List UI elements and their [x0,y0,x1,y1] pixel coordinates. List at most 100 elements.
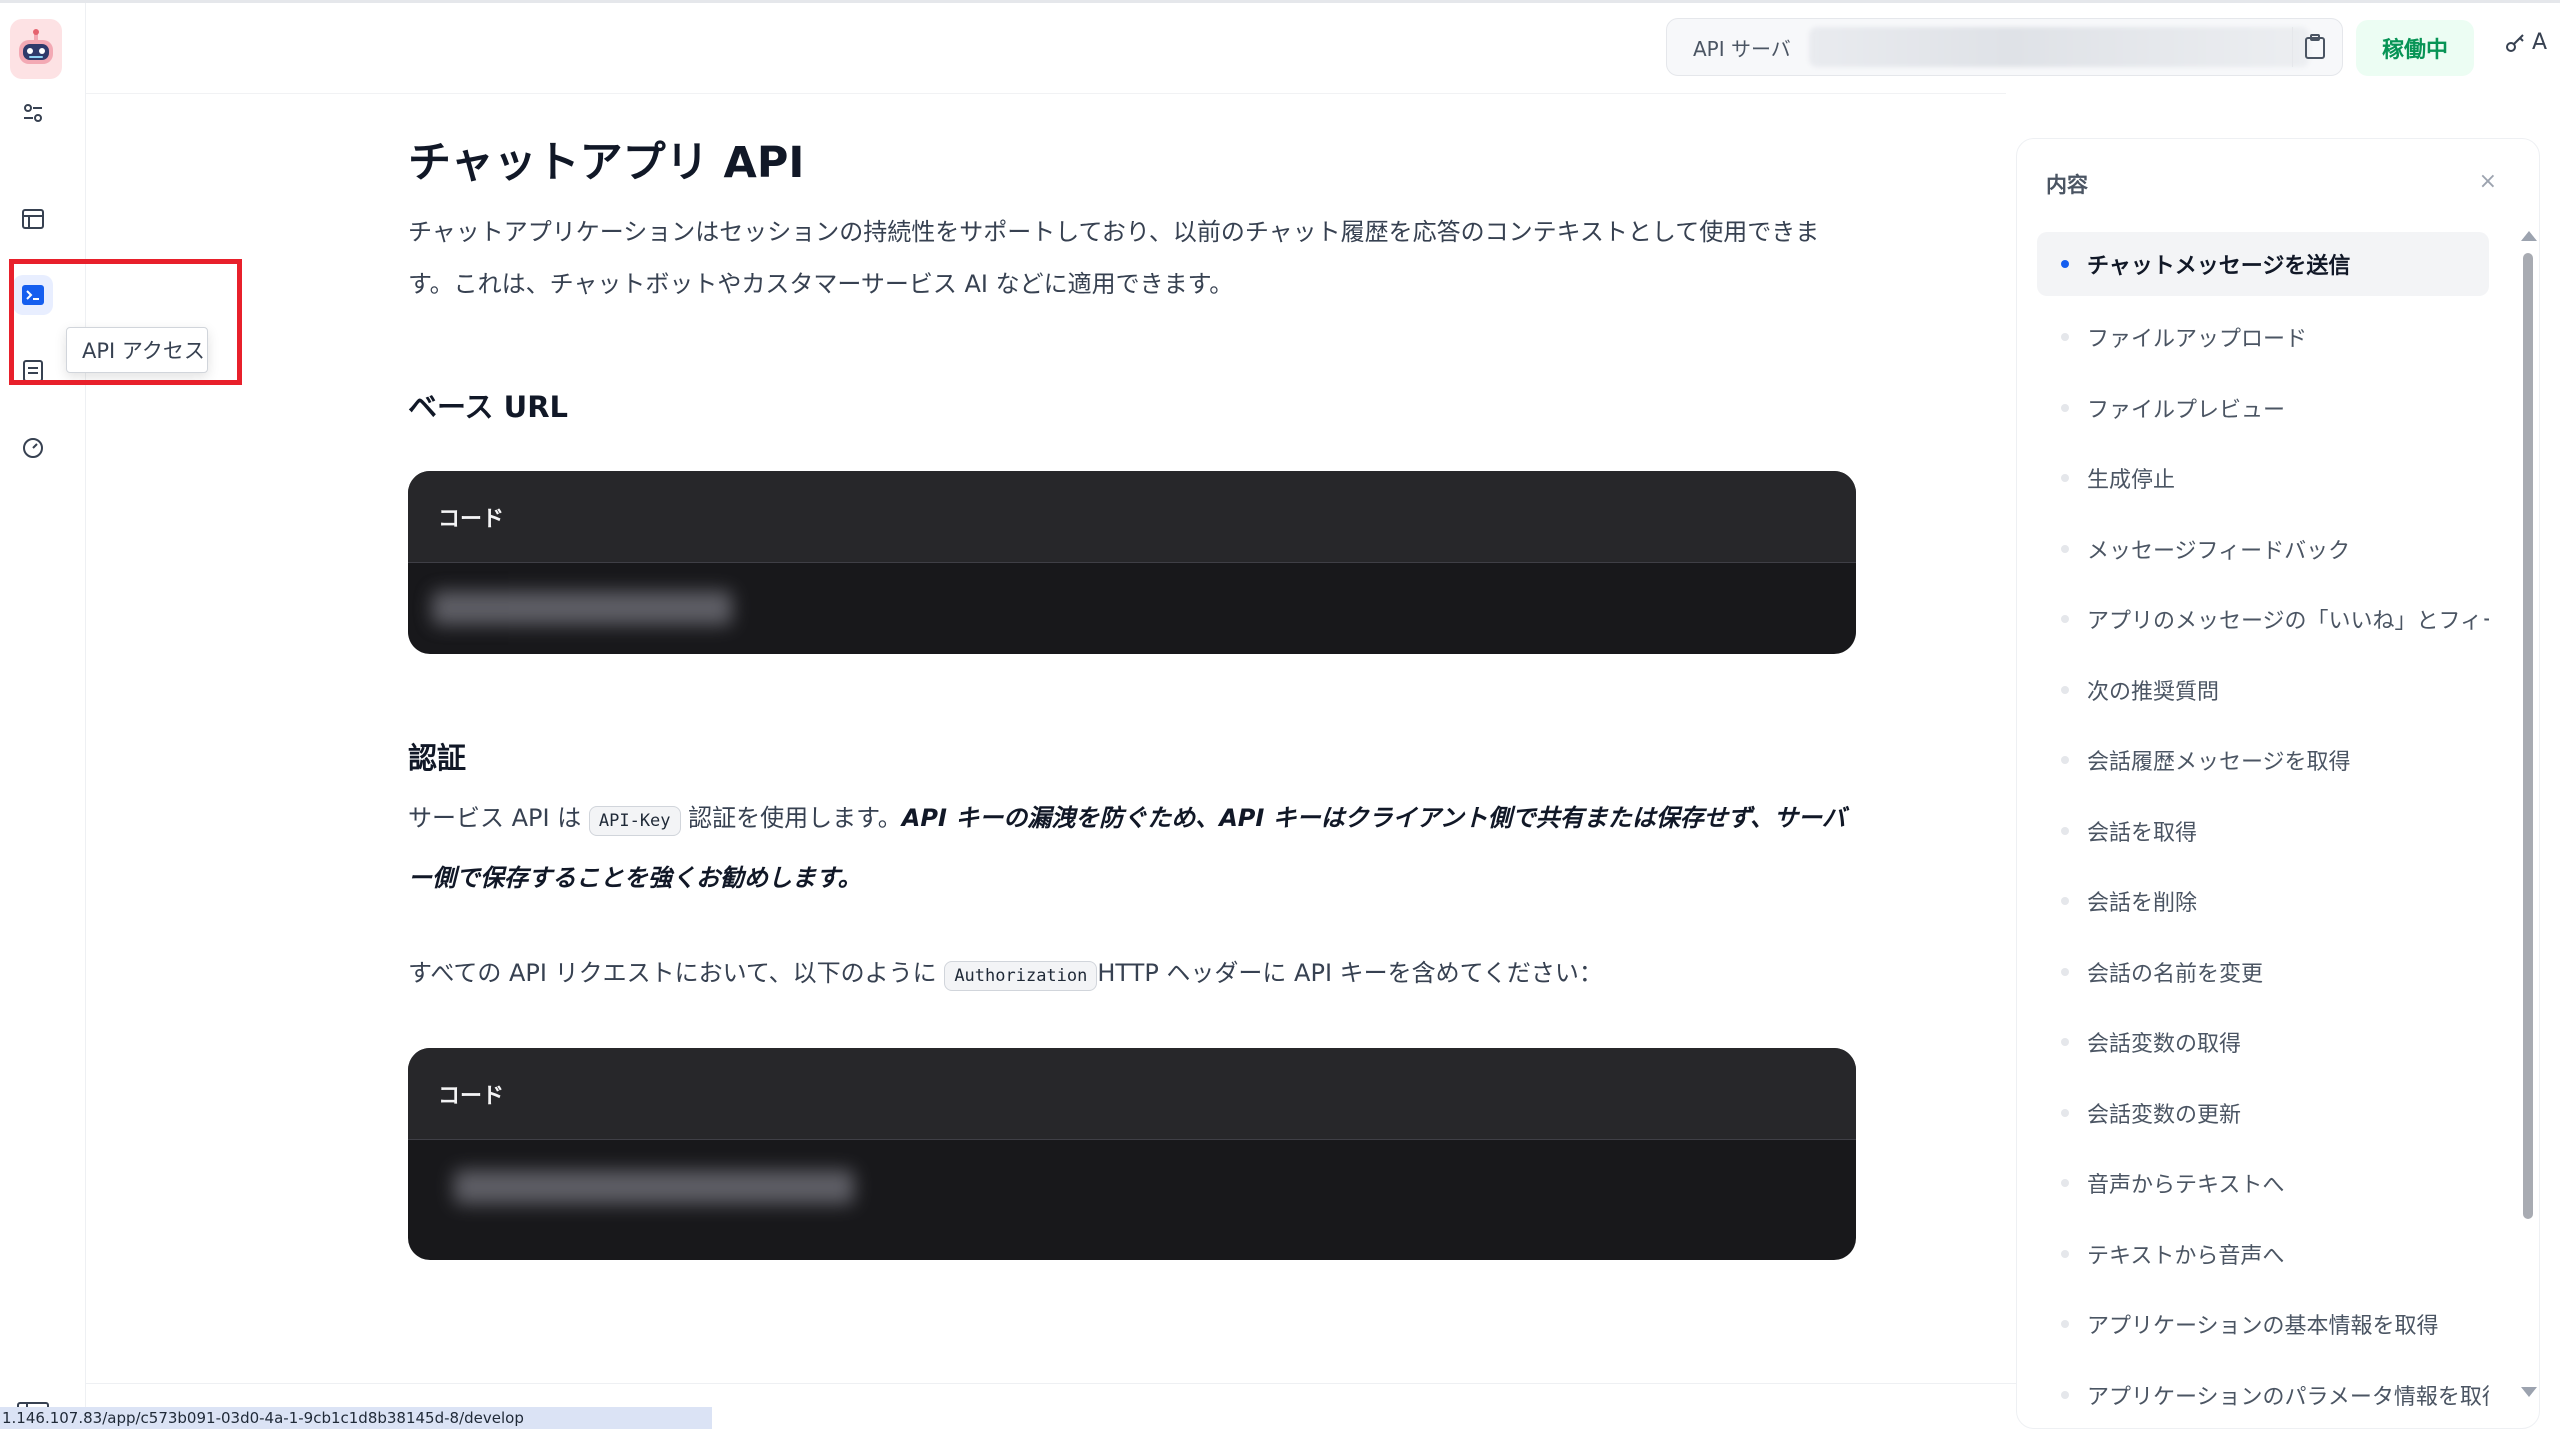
toc-item-label: 会話の名前を変更 [2087,961,2264,987]
toc-item[interactable]: 会話を削除 [2037,866,2489,937]
bullet-icon [2061,1390,2069,1399]
toc-item[interactable]: 会話履歴メッセージを取得 [2037,725,2489,796]
document-list-icon [23,360,43,382]
bullet-icon [2061,1249,2069,1258]
code-label: コード [408,471,1856,563]
scroll-up-icon[interactable] [2521,231,2537,241]
auth-heading: 認証 [408,741,467,775]
bullet-icon [2061,685,2069,694]
status-bar-url: 1.146.107.83/app/c573b091-03d0-4a-1-9cb1… [0,1407,712,1429]
toc-item[interactable]: 次の推奨質問 [2037,655,2489,726]
toc-item[interactable]: ファイルアップロード [2037,302,2489,373]
toc-item-label: 生成停止 [2087,468,2176,494]
auth-text-1: サービス API は [408,804,582,832]
terminal-icon [22,285,44,305]
intro-paragraph: チャットアプリケーションはセッションの持続性をサポートしており、以前のチャット履… [408,218,1820,298]
toc-list: チャットメッセージを送信 ファイルアップロード ファイルプレビュー 生成停止メッセージ… [2037,232,2489,1429]
toc-item[interactable]: アプリケーションのパラメータ情報を取得 [2037,1360,2489,1429]
api-server-url-redacted [1809,27,2309,67]
toc-item[interactable]: 会話の名前を変更 [2037,937,2489,1008]
api-server-label: API サーバ [1693,36,1791,61]
robot-icon [19,29,53,64]
api-access-button[interactable] [13,275,53,315]
toc-scrollbar[interactable] [2521,231,2537,1397]
toc-item-label: 会話を削除 [2087,891,2198,917]
api-server-field[interactable]: API サーバ [1666,18,2343,76]
bullet-icon [2061,967,2069,976]
authorization-header-paragraph: すべての API リクエストにおいて、以下のように Authorization H… [408,945,1858,1005]
header-divider [86,93,2006,94]
toc-item[interactable]: テキストから音声へ [2037,1219,2489,1290]
toc-item[interactable]: 生成停止 [2037,443,2489,514]
toc-item[interactable]: ファイルプレビュー [2037,373,2489,444]
bullet-icon [2061,403,2069,412]
toc-item[interactable]: アプリのメッセージの「いいね」とフィード... [2037,584,2489,655]
bullet-icon [2061,260,2069,268]
api-key-code: API-Key [588,806,681,836]
toc-item-label: アプリのメッセージの「いいね」とフィード... [2087,609,2489,635]
toc-item-label: テキストから音声へ [2087,1243,2285,1269]
overview-button[interactable] [13,199,53,239]
toc-item-label: 音声からテキストへ [2087,1173,2285,1199]
toc-item[interactable]: チャットメッセージを送信 [2037,232,2489,296]
toc-item-label: 会話履歴メッセージを取得 [2087,750,2351,776]
toc-item-label: 会話変数の取得 [2087,1032,2242,1058]
toc-item-label: 会話変数の更新 [2087,1102,2242,1128]
bullet-icon [2061,544,2069,553]
content-divider [86,1383,2016,1384]
gauge-icon [23,438,43,458]
bullet-icon [2061,615,2069,624]
code-label-2: コード [408,1048,1856,1140]
orchestrate-button[interactable] [13,93,53,133]
top-border [0,0,2560,3]
toc-title: 内容 [2046,173,2088,197]
browser-window-icon [22,209,44,229]
authorization-code-block: コード [408,1048,1856,1260]
status-badge: 稼働中 [2356,20,2474,76]
bullet-icon [2061,826,2069,835]
close-icon[interactable]: × [2479,169,2497,194]
auth-paragraph: サービス API は API-Key 認証を使用します。API キーの漏洩を防ぐ… [408,790,1858,907]
toc-item[interactable]: メッセージフィードバック [2037,514,2489,585]
code-content-redacted[interactable] [408,563,1856,654]
logs-button[interactable] [13,351,53,391]
scroll-thumb[interactable] [2523,253,2533,1219]
base-url-code-block: コード [408,471,1856,654]
toc-item-label: アプリケーションの基本情報を取得 [2087,1314,2439,1340]
toc-item[interactable]: 会話変数の更新 [2037,1078,2489,1149]
toc-item-label: メッセージフィードバック [2087,538,2351,564]
app-logo[interactable] [10,19,62,79]
base-url-heading: ベース URL [408,390,569,424]
toc-item-label: 次の推奨質問 [2087,679,2220,705]
header-text-2: HTTP ヘッダーに API キーを含めてください： [1097,959,1603,987]
api-access-tooltip: API アクセス [66,327,208,373]
api-key-button[interactable]: A [2504,30,2547,55]
bullet-icon [2061,474,2069,483]
code-content-redacted-2[interactable] [408,1140,1856,1260]
monitoring-button[interactable] [13,427,53,467]
toc-item-label: アプリケーションのパラメータ情報を取得 [2087,1384,2489,1410]
table-of-contents: 内容 × チャットメッセージを送信 ファイルアップロード ファイルプレビュー 生成停止… [2016,138,2540,1429]
toc-item[interactable]: アプリケーションの基本情報を取得 [2037,1289,2489,1360]
bullet-icon [2061,333,2069,342]
toc-item[interactable]: 音声からテキストへ [2037,1148,2489,1219]
toc-item-label: チャットメッセージを送信 [2087,254,2351,279]
toc-item-label: ファイルプレビュー [2087,397,2286,423]
page-title: チャットアプリ API [408,138,805,188]
header-text-1: すべての API リクエストにおいて、以下のように [408,959,937,987]
toc-item-label: 会話を取得 [2087,820,2198,846]
bullet-icon [2061,1038,2069,1047]
key-icon [2506,33,2524,52]
bullet-icon [2061,1108,2069,1117]
bullet-icon [2061,1320,2069,1329]
toc-item[interactable]: 会話変数の取得 [2037,1007,2489,1078]
bullet-icon [2061,897,2069,906]
scroll-down-icon[interactable] [2521,1387,2537,1397]
toc-item-label: ファイルアップロード [2087,327,2308,353]
bullet-icon [2061,1179,2069,1188]
authorization-code: Authorization [944,961,1098,991]
copy-url-button[interactable] [2292,27,2336,67]
toc-item[interactable]: 会話を取得 [2037,796,2489,867]
clipboard-icon [2304,34,2325,59]
bullet-icon [2061,756,2069,765]
